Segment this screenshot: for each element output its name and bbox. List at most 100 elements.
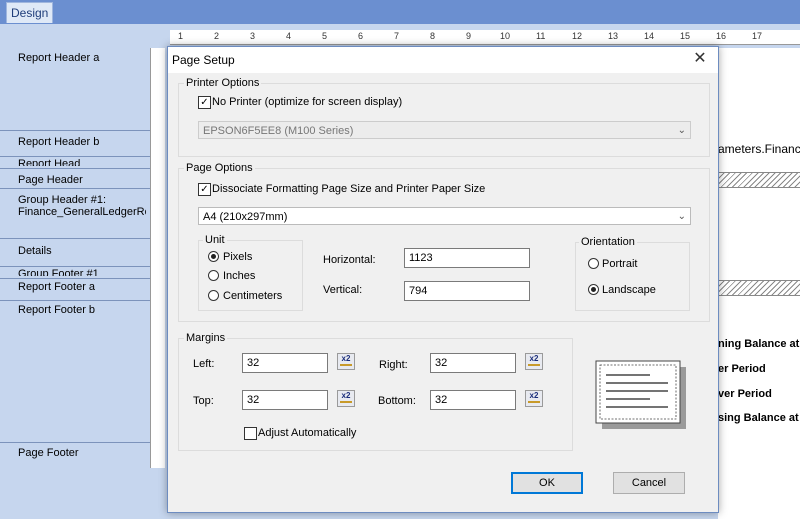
canvas-field-parameters[interactable]: ameters.Finance (718, 142, 800, 156)
section-page-footer[interactable]: Page Footer (18, 447, 79, 459)
ruler-mark: 16 (716, 31, 727, 41)
unit-centimeters-label: Centimeters (223, 290, 283, 302)
cancel-button[interactable]: Cancel (613, 472, 685, 494)
portrait-label: Portrait (602, 258, 638, 270)
section-page-header[interactable]: Page Header (18, 174, 83, 186)
x2-icon-text: x2 (529, 354, 539, 363)
chevron-down-icon: ⌄ (677, 125, 686, 136)
apply-right-margin-icon[interactable]: x2 (525, 353, 543, 370)
unit-inches-radio[interactable] (208, 270, 219, 281)
ruler-mark: 10 (500, 31, 511, 41)
adjust-automatically-label: Adjust Automatically (258, 427, 357, 439)
portrait-radio[interactable] (588, 258, 599, 269)
section-group-header[interactable]: Group Header #1: Finance_GeneralLedgerRe… (18, 194, 146, 218)
x2-icon-text: x2 (341, 391, 351, 400)
ruler-mark: 3 (250, 31, 256, 41)
page-preview-icon (595, 360, 686, 429)
ruler-mark: 9 (466, 31, 472, 41)
page-setup-dialog: Page Setup ✕ Printer Options ✓ No Printe… (167, 46, 719, 513)
paper-size-select[interactable]: A4 (210x297mm) ⌄ (198, 207, 691, 225)
horizontal-ruler: 1 2 3 4 5 6 7 8 9 10 11 12 13 14 15 16 1… (170, 30, 800, 45)
canvas-label-closing-balance[interactable]: sing Balance at (718, 412, 799, 424)
apply-left-margin-icon[interactable]: x2 (337, 353, 355, 370)
ruler-mark: 15 (680, 31, 691, 41)
x2-icon-bar (528, 401, 540, 403)
ruler-mark: 14 (644, 31, 655, 41)
unit-label: Unit (203, 234, 227, 246)
section-report-head[interactable]: Report Head (18, 158, 80, 166)
unit-pixels-radio[interactable] (208, 251, 219, 262)
no-printer-checkbox[interactable]: ✓ (198, 96, 211, 109)
adjust-automatically-checkbox[interactable] (244, 427, 257, 440)
landscape-label: Landscape (602, 284, 656, 296)
section-divider (0, 266, 150, 267)
unit-inches-label: Inches (223, 270, 256, 282)
ruler-mark: 13 (608, 31, 619, 41)
ruler-mark: 1 (178, 31, 184, 41)
bottom-margin-label: Bottom: (378, 395, 416, 407)
orientation-label: Orientation (579, 236, 637, 248)
x2-icon-text: x2 (529, 391, 539, 400)
report-footer-band (718, 280, 800, 296)
horizontal-input[interactable]: 1123 (404, 248, 530, 268)
ruler-mark: 4 (286, 31, 292, 41)
orientation-group (575, 242, 690, 311)
top-margin-input[interactable]: 32 (242, 390, 328, 410)
ruler-mark: 17 (752, 31, 763, 41)
vertical-input[interactable]: 794 (404, 281, 530, 301)
ruler-mark: 6 (358, 31, 364, 41)
section-divider (0, 278, 150, 279)
canvas-label-opening-balance[interactable]: ning Balance at (718, 338, 799, 350)
section-report-footer-b[interactable]: Report Footer b (18, 304, 95, 316)
left-margin-input[interactable]: 32 (242, 353, 328, 373)
x2-icon-bar (340, 401, 352, 403)
ruler-mark: 5 (322, 31, 328, 41)
designer-tabbar: Design (0, 0, 800, 24)
x2-icon-text: x2 (341, 354, 351, 363)
printer-select[interactable]: EPSON6F5EE8 (M100 Series) ⌄ (198, 121, 691, 139)
section-divider (0, 300, 150, 301)
ok-button[interactable]: OK (511, 472, 583, 494)
x2-icon-bar (528, 364, 540, 366)
section-divider (0, 156, 150, 157)
tab-design[interactable]: Design (6, 2, 54, 23)
canvas-label-period-2[interactable]: ver Period (718, 388, 772, 400)
section-report-header-a[interactable]: Report Header a (18, 52, 99, 64)
apply-top-margin-icon[interactable]: x2 (337, 390, 355, 407)
page-options-label: Page Options (184, 162, 255, 174)
dissociate-label: Dissociate Formatting Page Size and Prin… (212, 183, 486, 195)
section-details[interactable]: Details (18, 245, 52, 257)
apply-bottom-margin-icon[interactable]: x2 (525, 390, 543, 407)
right-margin-input[interactable]: 32 (430, 353, 516, 373)
section-report-header-b[interactable]: Report Header b (18, 136, 99, 148)
section-divider (0, 188, 150, 189)
vertical-ruler (150, 48, 165, 468)
dissociate-checkbox[interactable]: ✓ (198, 183, 211, 196)
landscape-radio[interactable] (588, 284, 599, 295)
chevron-down-icon: ⌄ (677, 211, 686, 222)
page-header-band (718, 172, 800, 188)
top-margin-label: Top: (193, 395, 214, 407)
paper-size-value: A4 (210x297mm) (203, 211, 288, 223)
close-icon[interactable]: ✕ (688, 49, 712, 71)
no-printer-label: No Printer (optimize for screen display) (212, 96, 403, 108)
vertical-label: Vertical: (323, 284, 363, 296)
ruler-mark: 11 (536, 31, 546, 41)
right-margin-label: Right: (379, 359, 408, 371)
canvas-label-period-1[interactable]: er Period (718, 363, 766, 375)
section-divider (0, 130, 150, 131)
ruler-mark: 8 (430, 31, 436, 41)
unit-centimeters-radio[interactable] (208, 290, 219, 301)
dialog-titlebar[interactable]: Page Setup ✕ (168, 47, 718, 73)
section-list: Report Header a Report Header b Report H… (0, 24, 150, 519)
unit-pixels-label: Pixels (223, 251, 253, 263)
ruler-mark: 7 (394, 31, 400, 41)
x2-icon-bar (340, 364, 352, 366)
printer-options-group (178, 83, 710, 157)
margins-label: Margins (184, 332, 228, 344)
section-group-footer[interactable]: Group Footer #1 (18, 268, 99, 276)
section-divider (0, 238, 150, 239)
horizontal-label: Horizontal: (323, 254, 376, 266)
section-report-footer-a[interactable]: Report Footer a (18, 281, 95, 293)
bottom-margin-input[interactable]: 32 (430, 390, 516, 410)
